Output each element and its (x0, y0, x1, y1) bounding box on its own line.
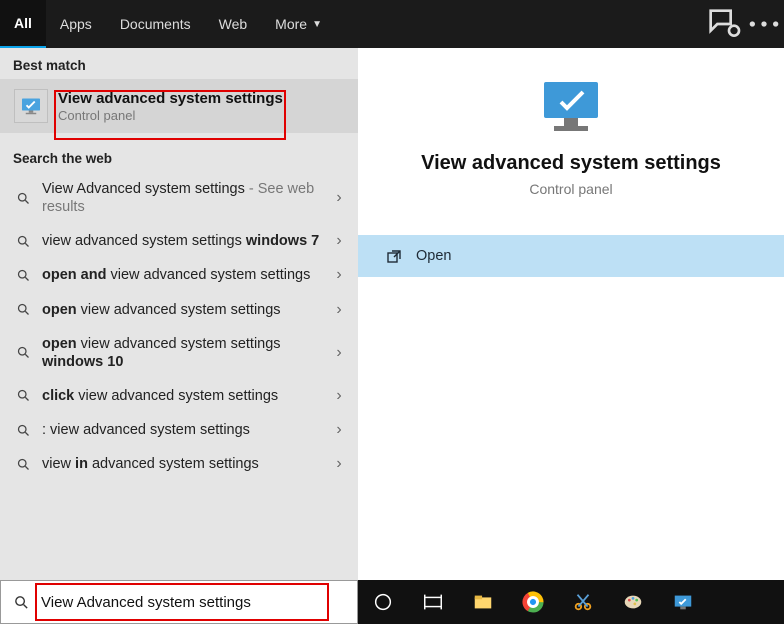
preview-panel: View advanced system settings Control pa… (358, 48, 784, 580)
tab-more[interactable]: More▼ (261, 0, 336, 48)
chevron-down-icon: ▼ (312, 19, 322, 30)
preview-title: View advanced system settings (358, 152, 784, 175)
search-icon (14, 234, 32, 249)
web-result-item[interactable]: view in advanced system settings› (0, 447, 358, 481)
tab-documents[interactable]: Documents (106, 0, 205, 48)
control-panel-icon (14, 89, 48, 123)
feedback-icon[interactable] (704, 0, 744, 48)
open-action[interactable]: Open (358, 235, 784, 277)
file-explorer-button[interactable] (458, 580, 508, 624)
control-panel-button[interactable] (658, 580, 708, 624)
search-filter-tabs: All Apps Documents Web More▼ (0, 0, 784, 48)
results-panel: Best match View advanced system settings… (0, 48, 358, 580)
search-icon (14, 302, 32, 317)
paint-button[interactable] (608, 580, 658, 624)
web-result-item[interactable]: View Advanced system settings - See web … (0, 172, 358, 224)
search-icon (14, 268, 32, 283)
tab-web[interactable]: Web (205, 0, 262, 48)
best-match-subtitle: Control panel (58, 108, 283, 123)
chevron-right-icon[interactable]: › (330, 387, 348, 405)
web-result-text: View Advanced system settings - See web … (42, 180, 330, 216)
web-results-list: View Advanced system settings - See web … (0, 172, 358, 481)
chevron-right-icon[interactable]: › (330, 301, 348, 319)
taskbar (358, 580, 784, 624)
web-result-item[interactable]: open and view advanced system settings› (0, 258, 358, 292)
best-match-item[interactable]: View advanced system settings Control pa… (0, 79, 358, 133)
cortana-button[interactable] (358, 580, 408, 624)
task-view-button[interactable] (408, 580, 458, 624)
search-input[interactable] (41, 594, 357, 611)
chevron-right-icon[interactable]: › (330, 344, 348, 362)
chrome-button[interactable] (508, 580, 558, 624)
search-icon (14, 345, 32, 360)
search-icon (14, 388, 32, 403)
snipping-tool-button[interactable] (558, 580, 608, 624)
search-icon (1, 594, 41, 611)
web-result-text: view advanced system settings windows 7 (42, 232, 330, 250)
web-result-item[interactable]: click view advanced system settings› (0, 379, 358, 413)
preview-subtitle: Control panel (358, 181, 784, 197)
web-result-text: view in advanced system settings (42, 455, 330, 473)
search-icon (14, 191, 32, 206)
chevron-right-icon[interactable]: › (330, 266, 348, 284)
web-result-text: : view advanced system settings (42, 421, 330, 439)
web-result-item[interactable]: view advanced system settings windows 7› (0, 224, 358, 258)
web-result-item[interactable]: open view advanced system settings› (0, 293, 358, 327)
web-result-item[interactable]: open view advanced system settings windo… (0, 327, 358, 379)
web-result-text: open view advanced system settings (42, 301, 330, 319)
open-label: Open (416, 248, 451, 264)
tab-all[interactable]: All (0, 0, 46, 48)
best-match-title: View advanced system settings (58, 90, 283, 107)
search-web-header: Search the web (0, 133, 358, 172)
web-result-text: open view advanced system settings windo… (42, 335, 330, 371)
open-icon (386, 248, 402, 264)
tab-apps[interactable]: Apps (46, 0, 106, 48)
web-result-text: click view advanced system settings (42, 387, 330, 405)
more-icon[interactable] (744, 0, 784, 48)
best-match-header: Best match (0, 48, 358, 79)
search-icon (14, 457, 32, 472)
search-icon (14, 423, 32, 438)
preview-monitor-icon (536, 78, 606, 138)
web-result-text: open and view advanced system settings (42, 266, 330, 284)
chevron-right-icon[interactable]: › (330, 189, 348, 207)
chevron-right-icon[interactable]: › (330, 421, 348, 439)
chevron-right-icon[interactable]: › (330, 232, 348, 250)
web-result-item[interactable]: : view advanced system settings› (0, 413, 358, 447)
chevron-right-icon[interactable]: › (330, 455, 348, 473)
search-box[interactable] (0, 580, 358, 624)
